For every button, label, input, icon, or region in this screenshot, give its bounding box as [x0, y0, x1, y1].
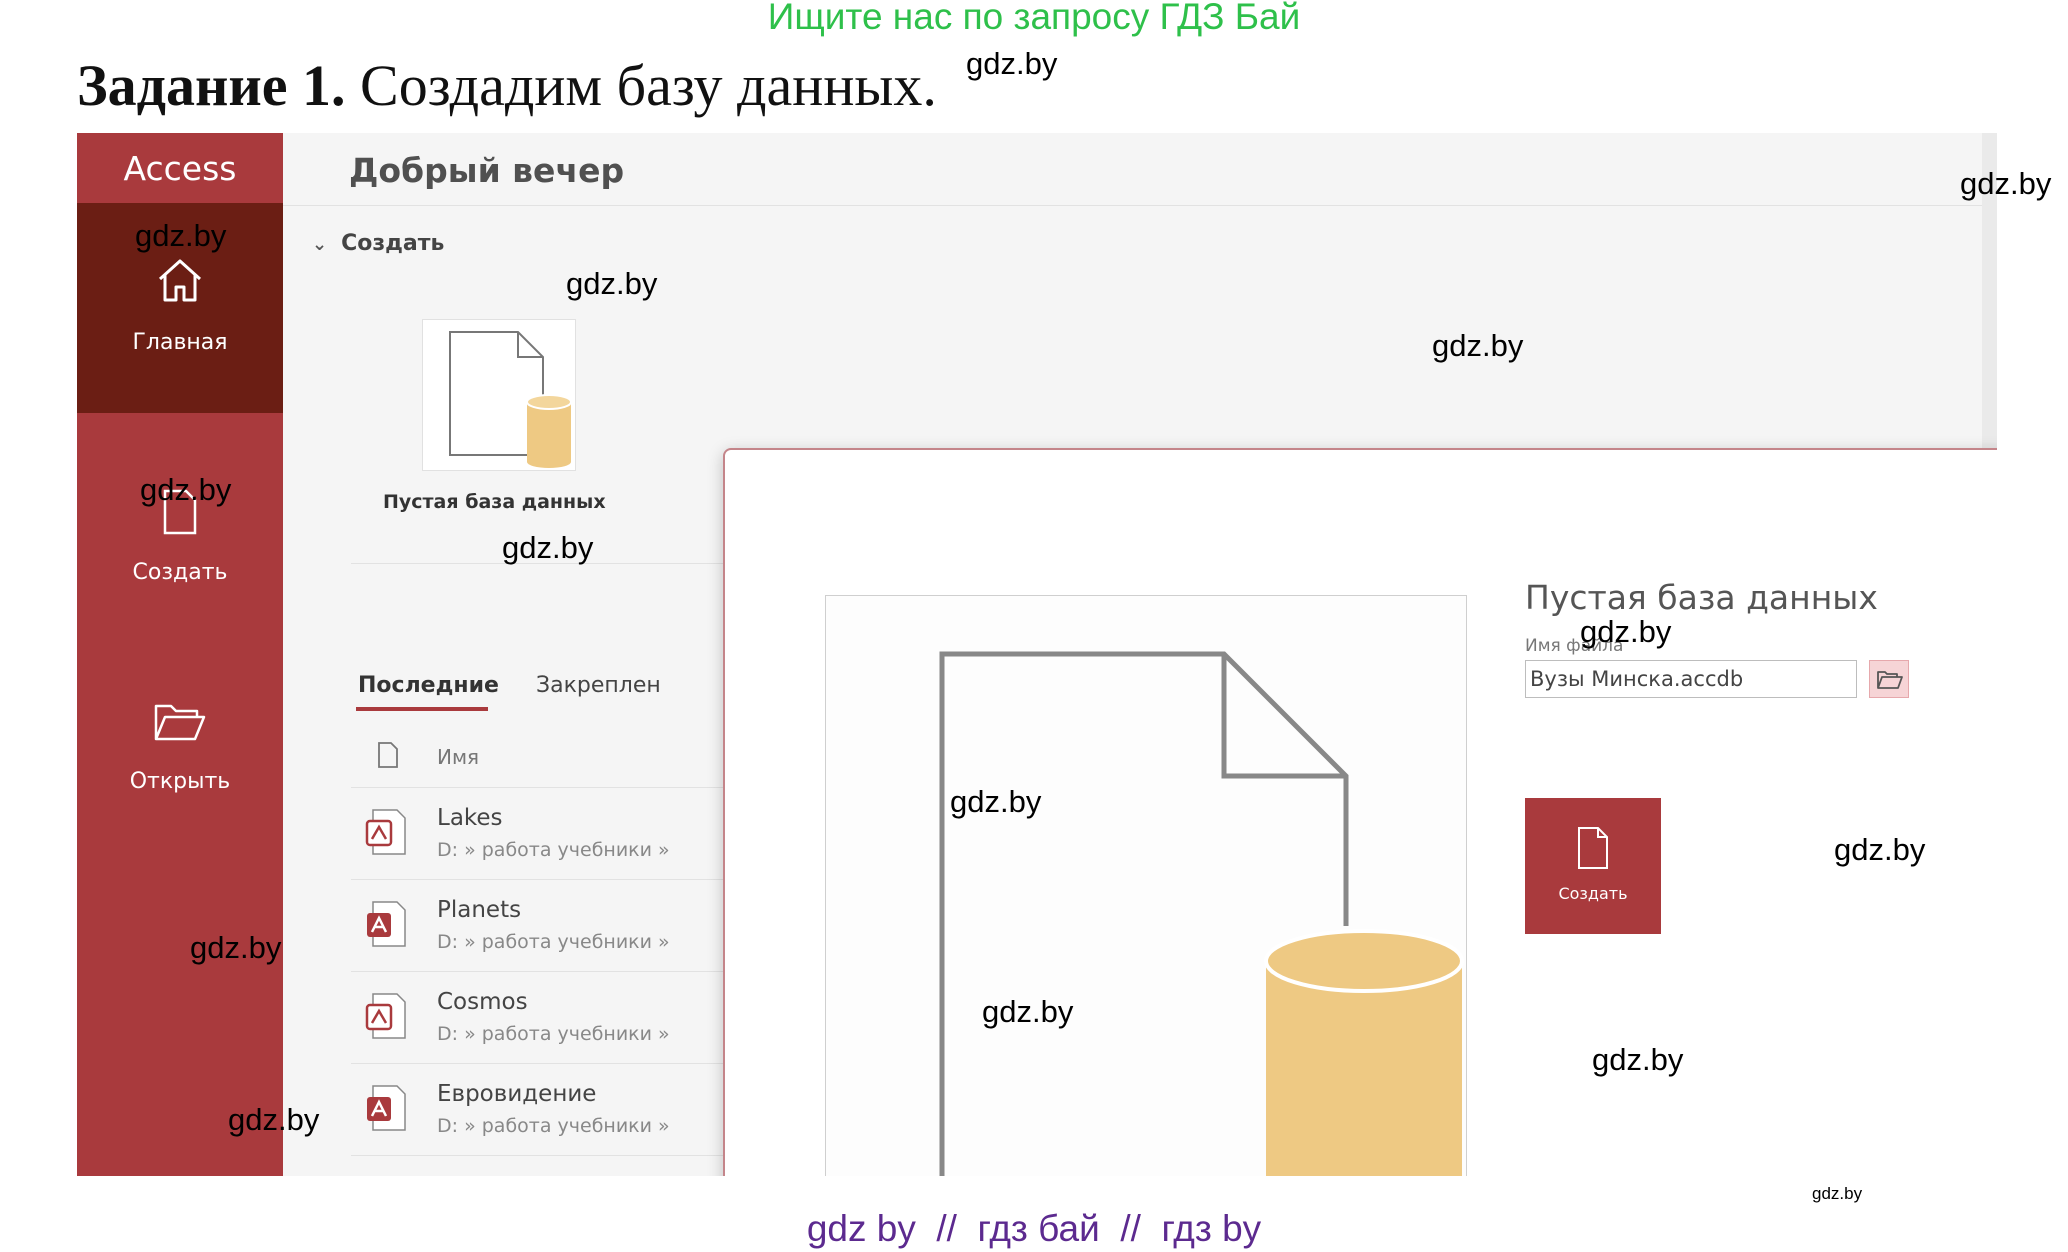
chevron-down-icon: ⌄: [312, 234, 328, 255]
nav-open[interactable]: Открыть: [77, 673, 283, 823]
browse-folder-button[interactable]: [1869, 660, 1909, 698]
blank-database-tile-label: Пустая база данных: [383, 491, 606, 513]
watermark: gdz.by: [228, 1102, 320, 1137]
access-db-form-icon: [365, 991, 409, 1045]
nav-home-label: Главная: [132, 330, 228, 355]
watermark: gdz.by: [1960, 166, 2052, 201]
nav-create-label: Создать: [132, 560, 228, 585]
watermark: gdz.by: [1432, 328, 1524, 363]
tab-recent[interactable]: Последние: [358, 673, 499, 698]
new-file-icon: [1525, 826, 1661, 874]
greeting: Добрый вечер: [349, 151, 625, 190]
folder-open-icon: [1877, 671, 1903, 689]
task-number: Задание 1.: [77, 53, 346, 118]
create-section-toggle[interactable]: ⌄ Создать: [312, 231, 444, 256]
watermark: gdz.by: [140, 472, 232, 507]
watermark: gdz.by: [982, 994, 1074, 1029]
blank-database-tile[interactable]: [422, 319, 576, 471]
file-name: Cosmos: [437, 989, 528, 1015]
file-path: D: » работа учебники »: [437, 931, 670, 953]
access-db-icon: [365, 1083, 409, 1137]
watermark: gdz.by: [135, 218, 227, 253]
file-name: Lakes: [437, 805, 503, 831]
watermark-small: gdz.by: [1812, 1184, 1863, 1203]
blank-database-dialog: ✕ Пустая база данных Имя файла Создать: [723, 448, 1997, 1176]
watermark: gdz.by: [966, 46, 1058, 81]
create-button[interactable]: Создать: [1525, 798, 1661, 934]
watermark: gdz.by: [1592, 1042, 1684, 1077]
header-divider: [283, 205, 1983, 206]
watermark: gdz.by: [502, 530, 594, 565]
database-preview: [825, 595, 1467, 1176]
folder-open-icon: [77, 701, 283, 747]
tab-pinned[interactable]: Закреплен: [536, 673, 661, 698]
watermark: gdz.by: [1834, 832, 1926, 867]
nav-open-label: Открыть: [129, 769, 231, 794]
file-name: Planets: [437, 897, 522, 923]
watermark: gdz.by: [1580, 614, 1672, 649]
access-db-form-icon: [365, 807, 409, 861]
file-column-icon: [377, 741, 399, 773]
create-section-label: Создать: [341, 231, 445, 256]
file-path: D: » работа учебники »: [437, 1023, 670, 1045]
dialog-title: Пустая база данных: [1525, 578, 1878, 617]
sidebar: Access Главная Создать Открыть: [77, 133, 283, 1176]
file-path: D: » работа учебники »: [437, 1115, 670, 1137]
large-database-icon: [939, 651, 1466, 1176]
app-brand: Access: [123, 149, 237, 188]
column-name-header[interactable]: Имя: [437, 745, 479, 769]
filename-input[interactable]: [1525, 660, 1857, 698]
bottom-banner: gdz by // гдз бай // гдз by: [806, 1208, 1262, 1249]
create-button-label: Создать: [1558, 884, 1628, 903]
task-title: Задание 1. Создадим базу данных.: [77, 52, 937, 119]
file-name: Евровидение: [437, 1081, 597, 1107]
watermark: gdz.by: [950, 784, 1042, 819]
blank-database-icon: [449, 331, 572, 468]
home-icon: [77, 255, 283, 309]
watermark: gdz.by: [566, 266, 658, 301]
task-text: Создадим базу данных.: [360, 53, 937, 118]
access-db-icon: [365, 899, 409, 953]
file-path: D: » работа учебники »: [437, 839, 670, 861]
watermark: gdz.by: [190, 930, 282, 965]
top-banner: Ищите нас по запросу ГДЗ Бай: [767, 0, 1301, 37]
tab-recent-underline: [356, 707, 488, 711]
